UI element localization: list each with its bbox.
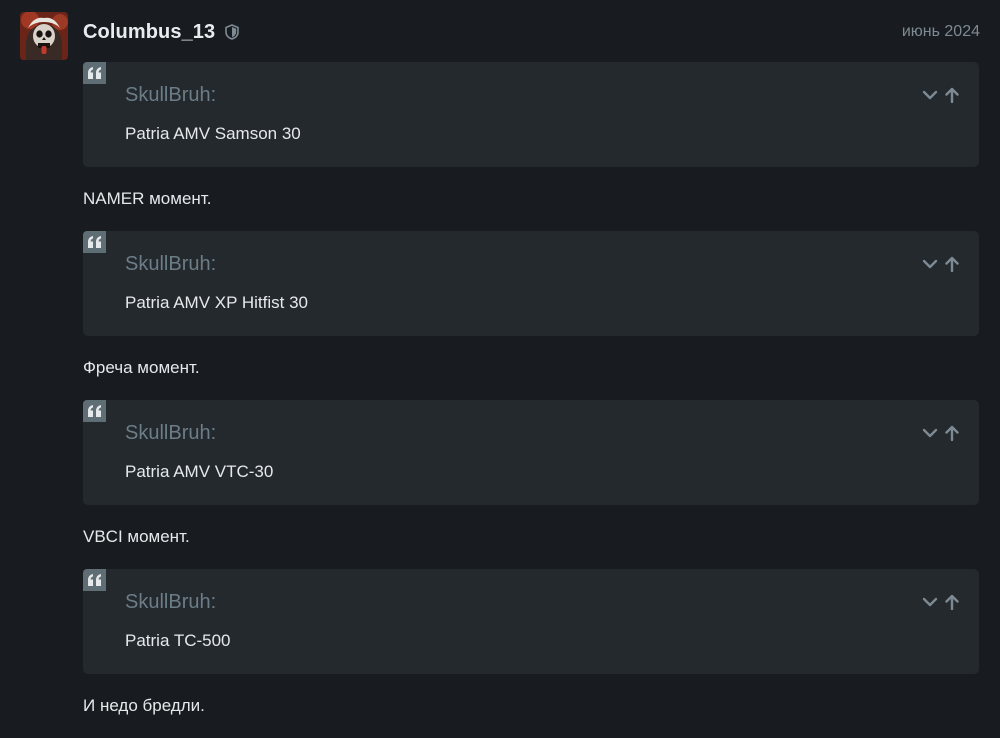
quote-block: SkullBruh: Patria AMV Samson 30 <box>83 62 979 167</box>
quote-author[interactable]: SkullBruh: <box>125 591 216 614</box>
arrow-up-icon[interactable] <box>943 255 961 273</box>
quote-actions <box>921 86 961 104</box>
arrow-up-icon[interactable] <box>943 86 961 104</box>
quote-author[interactable]: SkullBruh: <box>125 422 216 445</box>
quote-icon <box>83 400 106 422</box>
username[interactable]: Columbus_13 <box>83 21 215 44</box>
reply-text: Фреча момент. <box>83 358 200 377</box>
skull-avatar-icon <box>20 12 68 60</box>
quote-block: SkullBruh: Patria AMV VTC-30 <box>83 400 979 505</box>
quote-actions <box>921 593 961 611</box>
quote-actions <box>921 255 961 273</box>
quote-text: Patria AMV VTC-30 <box>125 462 274 481</box>
post-body: SkullBruh: Patria AMV Samson 30 NAMER мо… <box>83 62 979 738</box>
quote-text: Patria TC-500 <box>125 631 231 650</box>
chevron-down-icon[interactable] <box>921 593 939 611</box>
quote-icon <box>83 231 106 253</box>
reply-text: И недо бредли. <box>83 696 205 715</box>
quote-actions <box>921 424 961 442</box>
avatar[interactable] <box>20 12 68 60</box>
shield-icon <box>225 24 240 40</box>
quote-icon <box>83 569 106 591</box>
chevron-down-icon[interactable] <box>921 86 939 104</box>
arrow-up-icon[interactable] <box>943 424 961 442</box>
chevron-down-icon[interactable] <box>921 255 939 273</box>
quote-block: SkullBruh: Patria AMV XP Hitfist 30 <box>83 231 979 336</box>
quote-text: Patria AMV Samson 30 <box>125 124 301 143</box>
quote-text: Patria AMV XP Hitfist 30 <box>125 293 308 312</box>
quote-icon <box>83 62 106 84</box>
quote-author[interactable]: SkullBruh: <box>125 84 216 107</box>
quote-author[interactable]: SkullBruh: <box>125 253 216 276</box>
reply-text: NAMER момент. <box>83 189 212 208</box>
chevron-down-icon[interactable] <box>921 424 939 442</box>
reply-text: VBCI момент. <box>83 527 190 546</box>
post-date[interactable]: июнь 2024 <box>902 23 980 41</box>
post-header: Columbus_13 июнь 2024 <box>83 18 980 46</box>
quote-block: SkullBruh: Patria TC-500 <box>83 569 979 674</box>
arrow-up-icon[interactable] <box>943 593 961 611</box>
